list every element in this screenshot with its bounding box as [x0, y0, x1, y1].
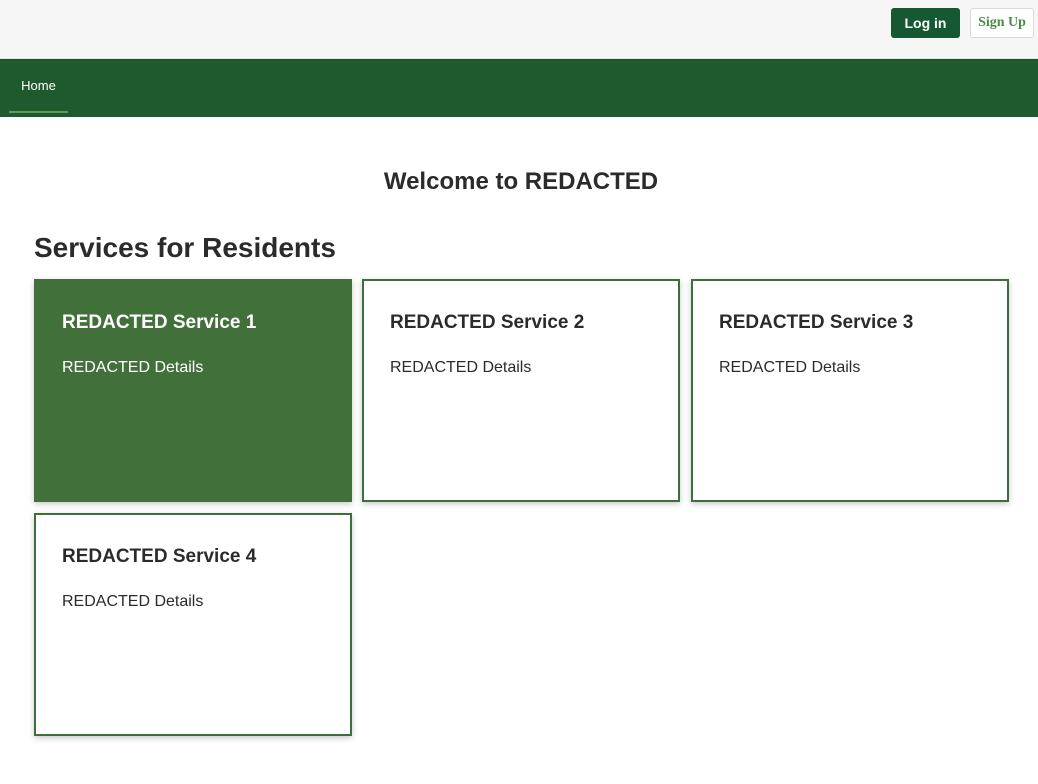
service-card-details: REDACTED Details [62, 359, 204, 376]
service-card-title: REDACTED Service 3 [719, 312, 914, 333]
service-card-1[interactable]: REDACTED Service 1 REDACTED Details [34, 279, 352, 502]
service-card-title: REDACTED Service 4 [62, 546, 257, 567]
nav-item-home[interactable]: Home [9, 60, 68, 113]
service-card-2[interactable]: REDACTED Service 2 REDACTED Details [362, 279, 680, 502]
service-card-3[interactable]: REDACTED Service 3 REDACTED Details [691, 279, 1009, 502]
welcome-heading: Welcome to REDACTED [383, 168, 659, 195]
top-bar: Log in Sign Up [0, 0, 1038, 59]
service-card-title: REDACTED Service 1 [62, 312, 257, 333]
login-button[interactable]: Log in [891, 8, 960, 38]
service-card-4[interactable]: REDACTED Service 4 REDACTED Details [34, 513, 352, 736]
signup-button[interactable]: Sign Up [970, 8, 1034, 38]
service-card-details: REDACTED Details [62, 593, 204, 610]
service-card-details: REDACTED Details [719, 359, 861, 376]
main-navbar: Home [0, 59, 1038, 117]
section-title: Services for Residents [34, 232, 336, 263]
service-card-title: REDACTED Service 2 [390, 312, 585, 333]
service-card-details: REDACTED Details [390, 359, 532, 376]
